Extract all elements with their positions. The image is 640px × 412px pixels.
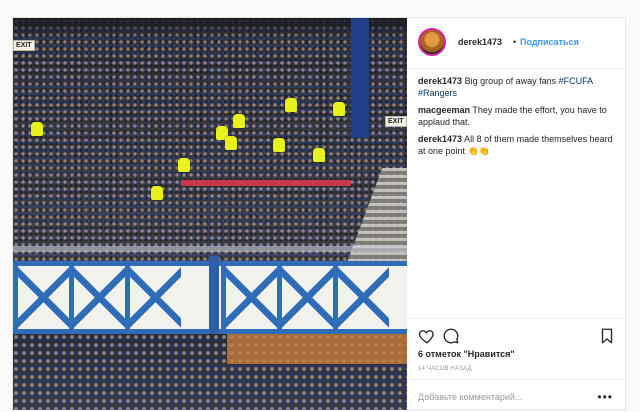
truss-panel <box>13 266 69 329</box>
post-photo[interactable]: EXIT EXIT <box>13 18 407 410</box>
truss-panel <box>69 266 125 329</box>
more-options-icon[interactable]: ••• <box>597 390 613 404</box>
steward-figure <box>313 148 325 162</box>
comment-item: derek1473 All 8 of them made themselves … <box>418 133 618 157</box>
heart-icon[interactable] <box>418 327 436 345</box>
truss-panel <box>277 266 333 329</box>
comment-username[interactable]: macgeeman <box>418 105 470 115</box>
truss-panel <box>125 266 181 329</box>
steward-figure <box>233 114 245 128</box>
exit-sign-right: EXIT <box>385 116 407 127</box>
avatar[interactable] <box>418 28 446 56</box>
separator-dot: • <box>513 37 517 47</box>
truss-panel <box>333 266 389 329</box>
post-timestamp: 14 ЧАСОВ НАЗАД <box>418 366 472 372</box>
instagram-post: EXIT EXIT derek1473 • Подписаться derek1… <box>12 17 626 410</box>
comment-icon[interactable] <box>442 327 460 345</box>
post-actions: 6 отметок "Нравится" 14 ЧАСОВ НАЗАД Доба… <box>408 318 625 411</box>
stand-pillar <box>351 18 369 138</box>
post-username[interactable]: derek1473 <box>458 37 502 47</box>
comment-item: derek1473 Big group of away fans #FCUFA … <box>418 75 618 99</box>
truss-panel <box>221 266 277 329</box>
follow-button[interactable]: Подписаться <box>520 37 579 47</box>
steward-figure <box>31 122 43 136</box>
steward-figure <box>333 102 345 116</box>
post-header: derek1473 • Подписаться <box>408 18 625 69</box>
comment-text: Big group of away fans <box>464 76 559 86</box>
comment-item: macgeeman They made the effort, you have… <box>418 104 618 128</box>
bookmark-icon[interactable] <box>598 327 616 345</box>
lower-stand-wall <box>227 334 407 364</box>
steward-figure <box>178 158 190 172</box>
steward-figure <box>285 98 297 112</box>
exit-sign-left: EXIT <box>13 40 35 51</box>
stand-roof <box>13 18 407 38</box>
likes-count[interactable]: 6 отметок "Нравится" <box>418 349 515 359</box>
comment-username[interactable]: derek1473 <box>418 76 462 86</box>
steward-figure <box>225 136 237 150</box>
steward-figure <box>151 186 163 200</box>
red-banner <box>181 180 351 186</box>
add-comment-bar[interactable]: Добавьте комментарий... ••• <box>408 379 625 412</box>
stand-railing <box>13 246 407 252</box>
comments-list: derek1473 Big group of away fans #FCUFA … <box>418 75 618 162</box>
comment-input[interactable]: Добавьте комментарий... <box>418 392 522 402</box>
comment-username[interactable]: derek1473 <box>418 134 462 144</box>
steward-figure <box>273 138 285 152</box>
